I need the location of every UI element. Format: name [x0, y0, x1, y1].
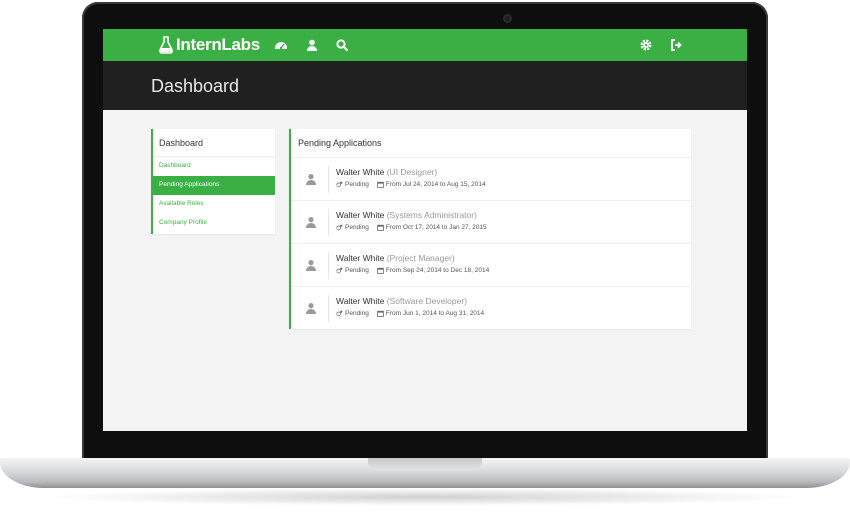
applicant-line: Walter White (Software Developer)	[336, 296, 467, 306]
applicant-role: (Project Manager)	[386, 253, 455, 263]
divider	[328, 252, 329, 279]
status-badge: Pending	[345, 224, 369, 231]
applicant-name: Walter White	[336, 210, 385, 220]
brand-logo[interactable]: InternLabs	[158, 35, 260, 55]
calendar-icon	[377, 181, 384, 188]
calendar-icon	[377, 224, 384, 231]
applicant-line: Walter White (Project Manager)	[336, 253, 455, 263]
date-range: From Jul 24, 2014 to Aug 15, 2014	[385, 181, 486, 188]
user-avatar-icon	[306, 217, 316, 228]
divider	[328, 295, 329, 322]
camera	[503, 14, 512, 23]
status-badge: Pending	[345, 267, 369, 274]
page-title: Dashboard	[151, 76, 240, 96]
laptop-base	[0, 458, 850, 488]
cogs-icon	[336, 310, 343, 317]
dashboard-icon[interactable]	[274, 38, 288, 52]
search-icon[interactable]	[335, 38, 349, 52]
applicant-line: Walter White (UI Designer)	[336, 167, 437, 177]
sidebar: Dashboard Dashboard Pending Applications…	[151, 129, 275, 234]
status-badge: Pending	[345, 310, 369, 317]
applicant-name: Walter White	[336, 296, 385, 306]
sidebar-title: Dashboard	[153, 129, 275, 157]
applicant-line: Walter White (Systems Administrator)	[336, 210, 477, 220]
applicant-name: Walter White	[336, 167, 385, 177]
applicant-role: (Systems Administrator)	[386, 210, 477, 220]
application-meta: Pending From Oct 17, 2014 to Jan 27, 201…	[336, 224, 487, 231]
list-item[interactable]: Walter White (Systems Administrator) Pen…	[291, 201, 691, 244]
pending-applications-panel: Pending Applications Walter White (UI De…	[289, 129, 691, 329]
user-avatar-icon	[306, 260, 316, 271]
user-avatar-icon	[306, 303, 316, 314]
list-item[interactable]: Walter White (UI Designer) Pending From …	[291, 158, 691, 201]
cogs-icon	[336, 267, 343, 274]
status-badge: Pending	[345, 181, 369, 188]
divider	[328, 166, 329, 193]
sidebar-item-available-roles[interactable]: Available Roles	[153, 195, 275, 214]
applicant-role: (Software Developer)	[386, 296, 468, 306]
calendar-icon	[377, 310, 384, 317]
sidebar-item-dashboard[interactable]: Dashboard	[153, 157, 275, 176]
sign-out-icon[interactable]	[669, 38, 683, 52]
user-icon[interactable]	[305, 38, 319, 52]
panel-title: Pending Applications	[291, 129, 691, 158]
list-item[interactable]: Walter White (Project Manager) Pending F…	[291, 244, 691, 287]
application-meta: Pending From Sep 24, 2014 to Dec 18, 201…	[336, 267, 489, 274]
date-range: From Sep 24, 2014 to Dec 18, 2014	[385, 267, 490, 274]
date-range: From Oct 17, 2014 to Jan 27, 2015	[385, 224, 487, 231]
cogs-icon	[336, 224, 343, 231]
laptop-shadow	[40, 488, 810, 506]
brand-name: InternLabs	[176, 35, 260, 54]
application-meta: Pending From Jun 1, 2014 to Aug 31, 2014	[336, 310, 484, 317]
navbar: InternLabs	[103, 29, 747, 61]
user-avatar-icon	[306, 174, 316, 185]
applicant-role: (UI Designer)	[386, 167, 438, 177]
cogs-icon	[336, 181, 343, 188]
flask-icon	[158, 36, 174, 54]
divider	[328, 209, 329, 236]
date-range: From Jun 1, 2014 to Aug 31, 2014	[385, 310, 485, 317]
screen: InternLabs Dashboard Dashboard Dashboard…	[103, 29, 747, 431]
gear-icon[interactable]	[639, 38, 653, 52]
laptop-notch	[368, 458, 482, 470]
application-meta: Pending From Jul 24, 2014 to Aug 15, 201…	[336, 181, 486, 188]
list-item[interactable]: Walter White (Software Developer) Pendin…	[291, 287, 691, 330]
sidebar-item-pending-applications[interactable]: Pending Applications	[153, 176, 275, 195]
sidebar-item-company-profile[interactable]: Company Profile	[153, 214, 275, 233]
applicant-name: Walter White	[336, 253, 385, 263]
calendar-icon	[377, 267, 384, 274]
